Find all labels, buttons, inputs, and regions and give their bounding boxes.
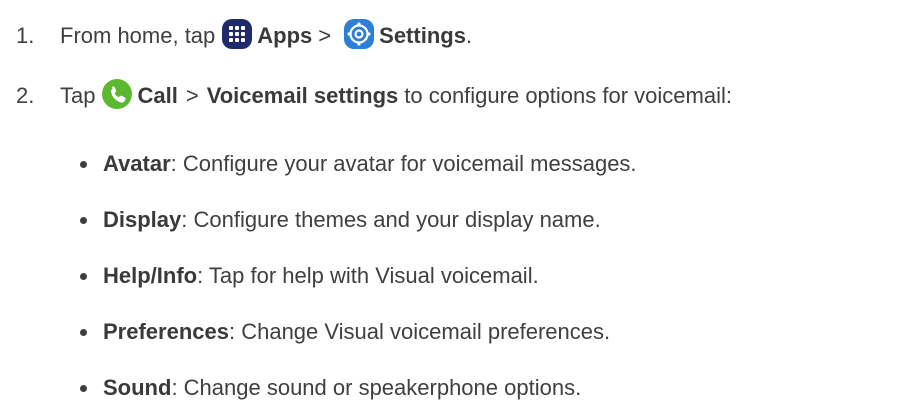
option-description: : Change Visual voicemail preferences. xyxy=(228,319,611,344)
bullet-icon xyxy=(80,272,87,280)
option-name: Preferences xyxy=(103,319,229,344)
option-name: Avatar xyxy=(103,151,171,176)
list-item: Display : Configure themes and your disp… xyxy=(80,192,637,248)
step-2: 2. Tap Call > Voicemail settings to conf… xyxy=(16,76,732,116)
option-description: : Configure your avatar for voicemail me… xyxy=(170,151,637,176)
option-description: : Configure themes and your display name… xyxy=(181,207,601,232)
option-name: Sound xyxy=(103,375,172,400)
list-item: Sound : Change sound or speakerphone opt… xyxy=(80,360,637,416)
separator: > xyxy=(185,83,199,108)
option-name: Help/Info xyxy=(103,263,198,288)
option-name: Display xyxy=(103,207,182,232)
list-item: Preferences : Change Visual voicemail pr… xyxy=(80,304,637,360)
step-suffix: . xyxy=(465,23,473,48)
step-text: From home, tap xyxy=(60,23,216,48)
step-1: 1. From home, tap Apps > Settings . xyxy=(16,16,472,56)
step-number: 1. xyxy=(16,23,35,48)
bullet-icon xyxy=(80,160,87,168)
step-text: Tap xyxy=(60,83,96,108)
option-description: : Tap for help with Visual voicemail. xyxy=(197,263,539,288)
separator: > xyxy=(318,23,332,48)
bullet-icon xyxy=(80,216,87,224)
call-icon xyxy=(101,78,133,110)
bullet-icon xyxy=(80,384,87,392)
option-description: : Change sound or speakerphone options. xyxy=(171,375,582,400)
settings-icon xyxy=(343,18,375,50)
list-item: Avatar : Configure your avatar for voice… xyxy=(80,136,637,192)
step-number: 2. xyxy=(16,83,35,108)
call-label: Call xyxy=(137,83,178,108)
voicemail-options-list: Avatar : Configure your avatar for voice… xyxy=(80,136,637,416)
step-suffix: to configure options for voicemail: xyxy=(404,83,732,108)
settings-label: Settings xyxy=(379,23,466,48)
apps-label: Apps xyxy=(257,23,313,48)
apps-icon xyxy=(221,18,253,50)
bullet-icon xyxy=(80,328,87,336)
list-item: Help/Info : Tap for help with Visual voi… xyxy=(80,248,637,304)
voicemail-settings-label: Voicemail settings xyxy=(206,83,399,108)
